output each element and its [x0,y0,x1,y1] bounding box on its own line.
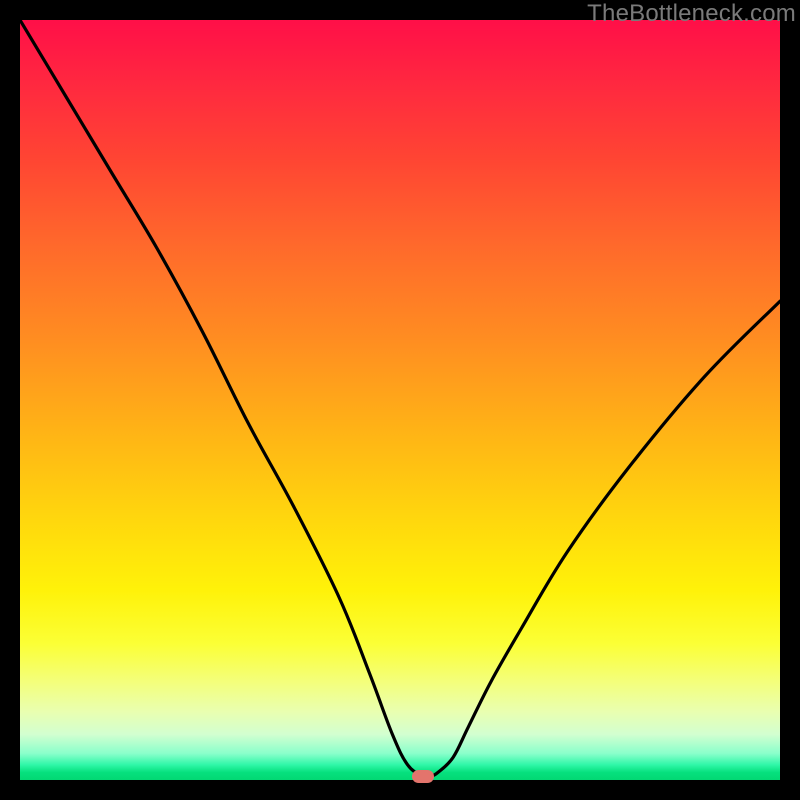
curve-path [20,20,780,777]
plot-area [20,20,780,780]
optimal-marker [412,770,434,783]
chart-frame: TheBottleneck.com [0,0,800,800]
bottleneck-curve [20,20,780,780]
watermark-text: TheBottleneck.com [587,0,796,28]
